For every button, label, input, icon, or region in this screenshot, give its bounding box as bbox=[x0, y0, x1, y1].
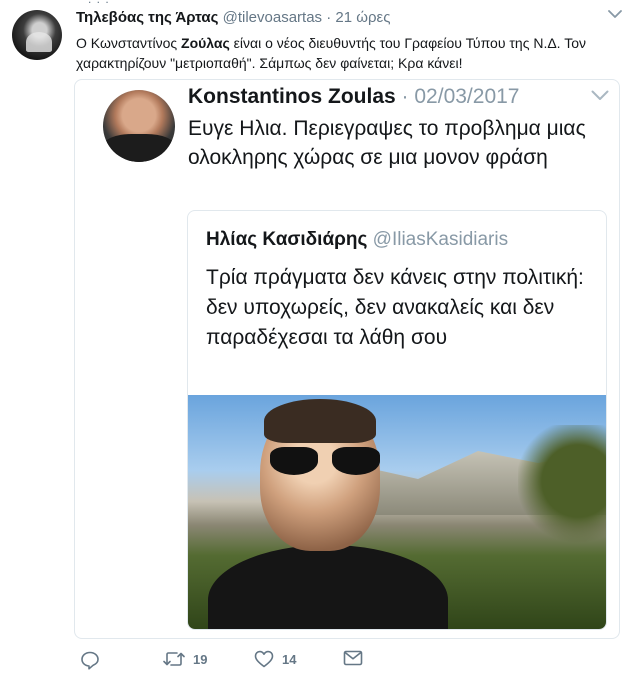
quoted-tweet-text: Ευγε Ηλια. Περιεγραψες το προβλημα μιας … bbox=[188, 117, 586, 169]
author-handle[interactable]: @tilevoasartas bbox=[223, 9, 322, 26]
heart-icon bbox=[254, 650, 274, 668]
retweet-icon bbox=[163, 650, 185, 668]
quoted-tweet-card[interactable]: Konstantinos Zoulas · 02/03/2017 Ευγε Ηλ… bbox=[74, 79, 620, 639]
tweet-text: Ο Κωνσταντίνος Ζούλας είναι ο νέος διευθ… bbox=[76, 33, 628, 73]
tweet-text-part: Ο Κωνσταντίνος bbox=[76, 35, 182, 51]
tweet-actions-bar: 19 14 bbox=[76, 650, 636, 678]
previous-tweet-edge: . . . bbox=[0, 0, 640, 6]
inner-quote-text: Τρία πράγματα δεν κάνεις στην πολιτική: … bbox=[206, 266, 584, 349]
chevron-down-icon[interactable] bbox=[608, 10, 622, 19]
inner-quoted-tweet-card: Ηλίας Κασιδιάρης @IliasKasidiaris Τρία π… bbox=[187, 210, 607, 630]
quoted-date: 02/03/2017 bbox=[414, 85, 520, 108]
retweet-count: 19 bbox=[193, 651, 208, 667]
header-separator: · bbox=[326, 9, 332, 26]
direct-message-button[interactable] bbox=[343, 650, 363, 666]
inner-quote-header: Ηλίας Κασιδιάρης @IliasKasidiaris bbox=[206, 229, 508, 251]
quoted-tweet-header: Konstantinos Zoulas · 02/03/2017 bbox=[188, 85, 519, 109]
reply-button[interactable] bbox=[80, 650, 100, 670]
tweet-header: Τηλεβόας της Άρτας @tilevoasartas · 21 ώ… bbox=[76, 9, 390, 26]
inner-quote-author-handle: @IliasKasidiaris bbox=[372, 229, 509, 250]
quoted-header-separator: · bbox=[401, 85, 409, 108]
quoted-author-avatar bbox=[103, 90, 175, 162]
retweet-button[interactable]: 19 bbox=[163, 650, 207, 668]
quoted-author-name: Konstantinos Zoulas bbox=[188, 85, 396, 108]
like-count: 14 bbox=[282, 651, 297, 667]
tweet-timestamp[interactable]: 21 ώρες bbox=[335, 9, 390, 26]
author-name[interactable]: Τηλεβόας της Άρτας bbox=[76, 9, 218, 26]
reply-icon bbox=[80, 650, 100, 670]
envelope-icon bbox=[343, 650, 363, 666]
tweet-text-bold-name: Ζούλας bbox=[181, 35, 230, 51]
quoted-chevron-down-icon bbox=[591, 90, 609, 101]
inner-quote-author-name: Ηλίας Κασιδιάρης bbox=[206, 229, 368, 250]
author-avatar[interactable] bbox=[12, 10, 62, 60]
inner-quote-photo bbox=[188, 395, 606, 629]
like-button[interactable]: 14 bbox=[254, 650, 296, 668]
